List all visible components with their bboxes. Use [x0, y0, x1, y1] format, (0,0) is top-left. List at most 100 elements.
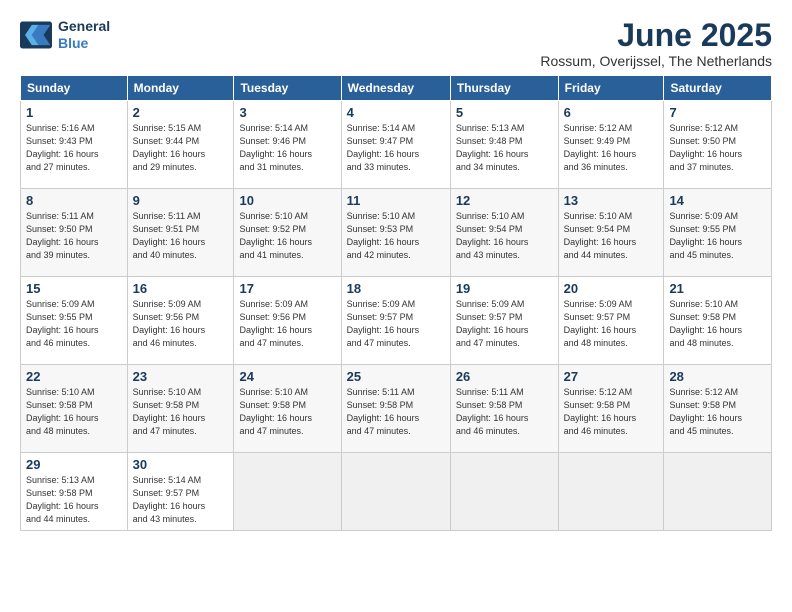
calendar-table: Sunday Monday Tuesday Wednesday Thursday…: [20, 75, 772, 531]
day-number: 17: [239, 281, 335, 296]
day-number: 3: [239, 105, 335, 120]
day-info: Sunrise: 5:09 AMSunset: 9:56 PMDaylight:…: [133, 298, 229, 350]
table-row: 16 Sunrise: 5:09 AMSunset: 9:56 PMDaylig…: [127, 277, 234, 365]
table-row: 11 Sunrise: 5:10 AMSunset: 9:53 PMDaylig…: [341, 189, 450, 277]
calendar-week-row: 29 Sunrise: 5:13 AMSunset: 9:58 PMDaylig…: [21, 453, 772, 531]
calendar-week-row: 8 Sunrise: 5:11 AMSunset: 9:50 PMDayligh…: [21, 189, 772, 277]
day-number: 27: [564, 369, 659, 384]
day-number: 4: [347, 105, 445, 120]
page: General Blue June 2025 Rossum, Overijsse…: [0, 0, 792, 612]
col-saturday: Saturday: [664, 76, 772, 101]
table-row: 26 Sunrise: 5:11 AMSunset: 9:58 PMDaylig…: [450, 365, 558, 453]
day-number: 7: [669, 105, 766, 120]
table-row: 3 Sunrise: 5:14 AMSunset: 9:46 PMDayligh…: [234, 101, 341, 189]
day-info: Sunrise: 5:09 AMSunset: 9:56 PMDaylight:…: [239, 298, 335, 350]
col-tuesday: Tuesday: [234, 76, 341, 101]
title-block: June 2025 Rossum, Overijssel, The Nether…: [540, 18, 772, 69]
col-friday: Friday: [558, 76, 664, 101]
table-row: 22 Sunrise: 5:10 AMSunset: 9:58 PMDaylig…: [21, 365, 128, 453]
table-row: 9 Sunrise: 5:11 AMSunset: 9:51 PMDayligh…: [127, 189, 234, 277]
table-row: 7 Sunrise: 5:12 AMSunset: 9:50 PMDayligh…: [664, 101, 772, 189]
day-number: 20: [564, 281, 659, 296]
day-number: 24: [239, 369, 335, 384]
day-info: Sunrise: 5:10 AMSunset: 9:53 PMDaylight:…: [347, 210, 445, 262]
day-info: Sunrise: 5:14 AMSunset: 9:47 PMDaylight:…: [347, 122, 445, 174]
day-number: 25: [347, 369, 445, 384]
table-row: 1 Sunrise: 5:16 AMSunset: 9:43 PMDayligh…: [21, 101, 128, 189]
logo-line2: Blue: [58, 35, 88, 51]
day-number: 14: [669, 193, 766, 208]
day-number: 22: [26, 369, 122, 384]
day-number: 6: [564, 105, 659, 120]
day-number: 16: [133, 281, 229, 296]
day-info: Sunrise: 5:11 AMSunset: 9:58 PMDaylight:…: [347, 386, 445, 438]
table-row: 13 Sunrise: 5:10 AMSunset: 9:54 PMDaylig…: [558, 189, 664, 277]
day-info: Sunrise: 5:11 AMSunset: 9:50 PMDaylight:…: [26, 210, 122, 262]
table-row: 29 Sunrise: 5:13 AMSunset: 9:58 PMDaylig…: [21, 453, 128, 531]
calendar-week-row: 1 Sunrise: 5:16 AMSunset: 9:43 PMDayligh…: [21, 101, 772, 189]
table-row: [664, 453, 772, 531]
day-number: 10: [239, 193, 335, 208]
table-row: 24 Sunrise: 5:10 AMSunset: 9:58 PMDaylig…: [234, 365, 341, 453]
table-row: [234, 453, 341, 531]
day-number: 13: [564, 193, 659, 208]
day-number: 2: [133, 105, 229, 120]
day-info: Sunrise: 5:16 AMSunset: 9:43 PMDaylight:…: [26, 122, 122, 174]
day-info: Sunrise: 5:12 AMSunset: 9:50 PMDaylight:…: [669, 122, 766, 174]
table-row: 23 Sunrise: 5:10 AMSunset: 9:58 PMDaylig…: [127, 365, 234, 453]
table-row: 15 Sunrise: 5:09 AMSunset: 9:55 PMDaylig…: [21, 277, 128, 365]
logo-line1: General: [58, 18, 110, 35]
table-row: 28 Sunrise: 5:12 AMSunset: 9:58 PMDaylig…: [664, 365, 772, 453]
table-row: 6 Sunrise: 5:12 AMSunset: 9:49 PMDayligh…: [558, 101, 664, 189]
day-number: 11: [347, 193, 445, 208]
day-number: 21: [669, 281, 766, 296]
table-row: 20 Sunrise: 5:09 AMSunset: 9:57 PMDaylig…: [558, 277, 664, 365]
day-number: 8: [26, 193, 122, 208]
calendar-week-row: 22 Sunrise: 5:10 AMSunset: 9:58 PMDaylig…: [21, 365, 772, 453]
location-subtitle: Rossum, Overijssel, The Netherlands: [540, 53, 772, 69]
day-info: Sunrise: 5:09 AMSunset: 9:55 PMDaylight:…: [26, 298, 122, 350]
table-row: 5 Sunrise: 5:13 AMSunset: 9:48 PMDayligh…: [450, 101, 558, 189]
day-info: Sunrise: 5:12 AMSunset: 9:58 PMDaylight:…: [564, 386, 659, 438]
day-info: Sunrise: 5:14 AMSunset: 9:57 PMDaylight:…: [133, 474, 229, 526]
table-row: [341, 453, 450, 531]
day-number: 29: [26, 457, 122, 472]
day-info: Sunrise: 5:11 AMSunset: 9:51 PMDaylight:…: [133, 210, 229, 262]
month-title: June 2025: [540, 18, 772, 53]
day-info: Sunrise: 5:15 AMSunset: 9:44 PMDaylight:…: [133, 122, 229, 174]
day-number: 26: [456, 369, 553, 384]
table-row: [450, 453, 558, 531]
table-row: 17 Sunrise: 5:09 AMSunset: 9:56 PMDaylig…: [234, 277, 341, 365]
day-number: 28: [669, 369, 766, 384]
day-info: Sunrise: 5:12 AMSunset: 9:58 PMDaylight:…: [669, 386, 766, 438]
table-row: 21 Sunrise: 5:10 AMSunset: 9:58 PMDaylig…: [664, 277, 772, 365]
day-info: Sunrise: 5:10 AMSunset: 9:58 PMDaylight:…: [133, 386, 229, 438]
calendar-week-row: 15 Sunrise: 5:09 AMSunset: 9:55 PMDaylig…: [21, 277, 772, 365]
table-row: 30 Sunrise: 5:14 AMSunset: 9:57 PMDaylig…: [127, 453, 234, 531]
day-info: Sunrise: 5:12 AMSunset: 9:49 PMDaylight:…: [564, 122, 659, 174]
table-row: 2 Sunrise: 5:15 AMSunset: 9:44 PMDayligh…: [127, 101, 234, 189]
calendar-header-row: Sunday Monday Tuesday Wednesday Thursday…: [21, 76, 772, 101]
day-info: Sunrise: 5:13 AMSunset: 9:58 PMDaylight:…: [26, 474, 122, 526]
table-row: 18 Sunrise: 5:09 AMSunset: 9:57 PMDaylig…: [341, 277, 450, 365]
col-sunday: Sunday: [21, 76, 128, 101]
day-info: Sunrise: 5:09 AMSunset: 9:57 PMDaylight:…: [347, 298, 445, 350]
table-row: 12 Sunrise: 5:10 AMSunset: 9:54 PMDaylig…: [450, 189, 558, 277]
logo-icon: [20, 21, 52, 49]
table-row: 10 Sunrise: 5:10 AMSunset: 9:52 PMDaylig…: [234, 189, 341, 277]
day-info: Sunrise: 5:09 AMSunset: 9:55 PMDaylight:…: [669, 210, 766, 262]
logo: General Blue: [20, 18, 110, 52]
table-row: 19 Sunrise: 5:09 AMSunset: 9:57 PMDaylig…: [450, 277, 558, 365]
day-info: Sunrise: 5:10 AMSunset: 9:58 PMDaylight:…: [26, 386, 122, 438]
day-number: 1: [26, 105, 122, 120]
day-info: Sunrise: 5:10 AMSunset: 9:54 PMDaylight:…: [564, 210, 659, 262]
day-number: 23: [133, 369, 229, 384]
day-number: 5: [456, 105, 553, 120]
day-number: 15: [26, 281, 122, 296]
header: General Blue June 2025 Rossum, Overijsse…: [20, 18, 772, 69]
col-thursday: Thursday: [450, 76, 558, 101]
table-row: 14 Sunrise: 5:09 AMSunset: 9:55 PMDaylig…: [664, 189, 772, 277]
day-info: Sunrise: 5:09 AMSunset: 9:57 PMDaylight:…: [564, 298, 659, 350]
day-info: Sunrise: 5:09 AMSunset: 9:57 PMDaylight:…: [456, 298, 553, 350]
table-row: 4 Sunrise: 5:14 AMSunset: 9:47 PMDayligh…: [341, 101, 450, 189]
